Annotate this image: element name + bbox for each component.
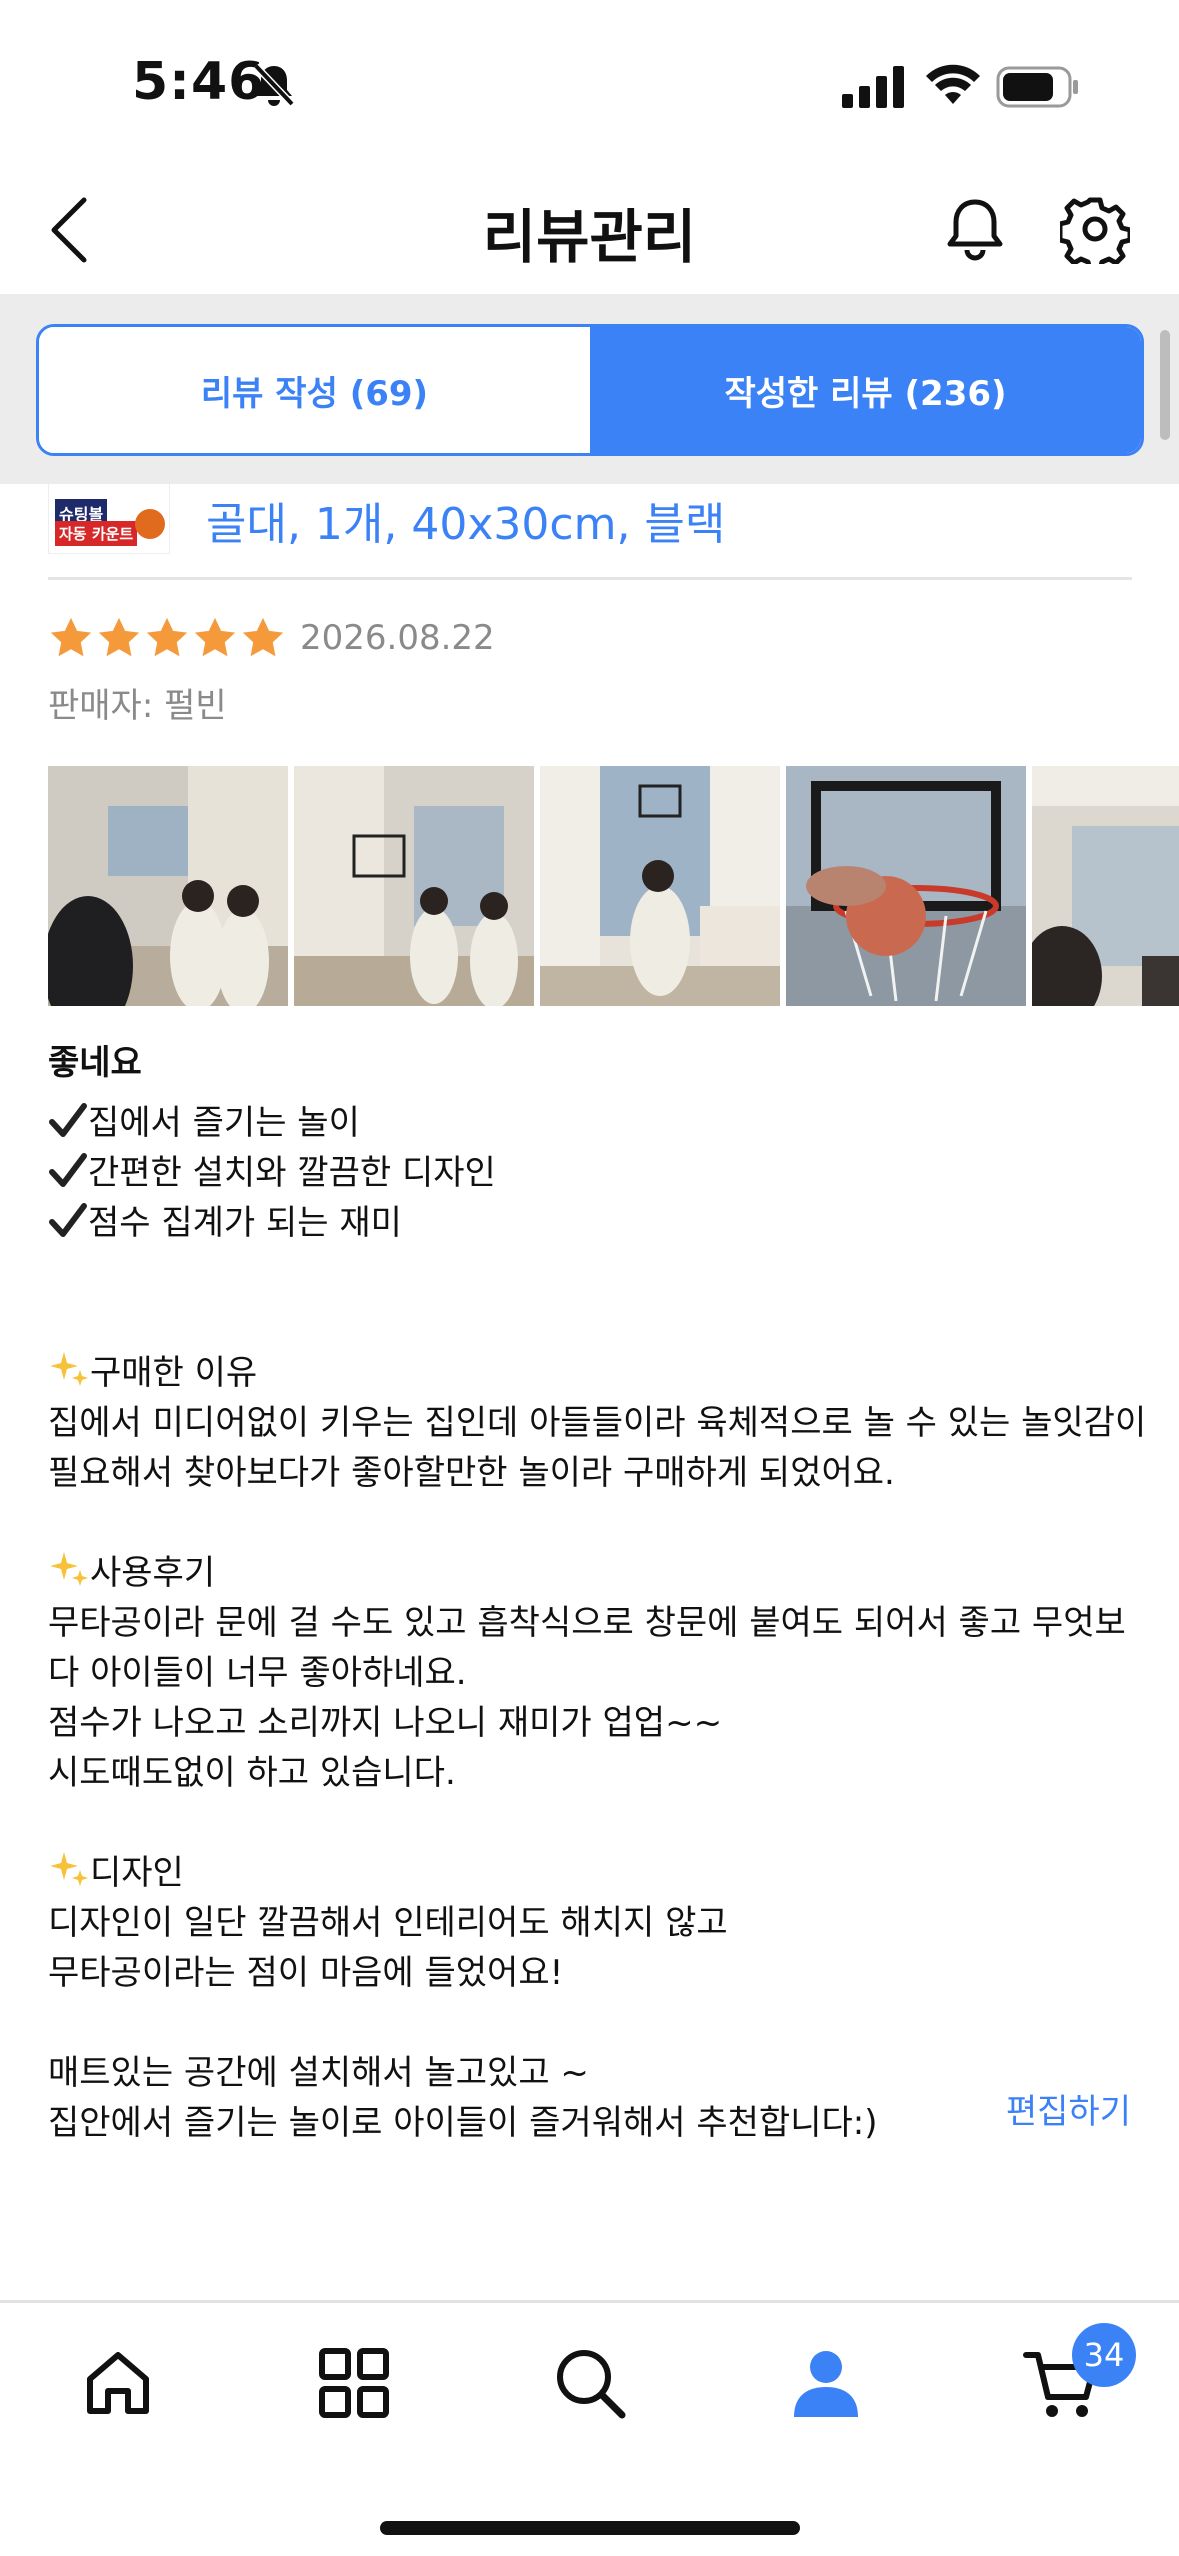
star-icon: [50, 617, 92, 657]
app-header: 리뷰관리: [0, 160, 1179, 294]
edit-review-link[interactable]: 편집하기: [1006, 2084, 1131, 2133]
review-line: 무타공이라 문에 걸 수도 있고 흡착식으로 창문에 붙여도 되어서 좋고 무엇…: [48, 1603, 1126, 1643]
review-photo-image: [294, 766, 534, 1006]
review-photo-image: [540, 766, 780, 1006]
rating-row: 2026.08.22: [48, 608, 495, 668]
review-line: 무타공이라는 점이 마음에 들었어요!: [48, 1953, 564, 1993]
profile-icon[interactable]: [786, 2343, 866, 2423]
wifi-icon: [926, 64, 980, 104]
star-rating: [48, 615, 286, 661]
review-line: 집안에서 즐기는 놀이로 아이들이 즐거워해서 추천합니다:): [48, 2103, 878, 2143]
check-item-text: 점수 집계가 되는 재미: [88, 1203, 402, 1243]
check-item: 간편한 설치와 깔끔한 디자인: [48, 1148, 1148, 1198]
review-photo-image: [48, 766, 288, 1006]
product-option: 골대, 1개, 40x30cm, 블랙: [206, 499, 726, 550]
review-headline: 좋네요: [48, 1043, 142, 1083]
checkmark-icon: [49, 1203, 87, 1237]
scrollbar[interactable]: [1160, 330, 1170, 440]
category-grid-icon[interactable]: [314, 2343, 394, 2423]
battery-icon: [996, 66, 1078, 108]
product-thumb-text-2: 자동 카운트: [55, 521, 138, 546]
notification-bell-icon[interactable]: [940, 194, 1010, 264]
check-item: 점수 집계가 되는 재미: [48, 1198, 1148, 1248]
sparkles-icon: [50, 1352, 88, 1386]
review-text: 좋네요 집에서 즐기는 놀이 간편한 설치와 깔끔한 디자인 점수 집계가 되는…: [48, 1038, 1148, 2148]
section-title-text: 구매한 이유: [90, 1353, 258, 1393]
review-photo-image: [786, 766, 1026, 1006]
checkmark-icon: [49, 1153, 87, 1187]
star-icon: [146, 617, 188, 657]
review-line: 디자인이 일단 깔끔해서 인테리어도 해치지 않고: [48, 1903, 728, 1943]
bottom-nav: 34: [0, 2300, 1179, 2556]
product-row[interactable]: 슈팅볼 자동 카운트 골대, 1개, 40x30cm, 블랙: [48, 484, 1132, 580]
star-icon: [242, 617, 284, 657]
home-icon[interactable]: [78, 2343, 158, 2423]
tab-write-review[interactable]: 리뷰 작성 (69): [39, 327, 590, 453]
tab-written-reviews[interactable]: 작성한 리뷰 (236): [590, 327, 1141, 453]
sparkles-icon: [50, 1852, 88, 1886]
review-tabs-bar: 리뷰 작성 (69) 작성한 리뷰 (236): [0, 294, 1179, 484]
check-item-text: 간편한 설치와 깔끔한 디자인: [88, 1153, 496, 1193]
status-time: 5:46: [132, 52, 266, 112]
review-photo[interactable]: [540, 766, 780, 1006]
review-photos[interactable]: [48, 766, 1179, 1006]
review-photo-image: [1032, 766, 1179, 1006]
review-line: 집에서 미디어없이 키우는 집인데 아들들이라 육체적으로 놀 수 있는 놀잇감…: [48, 1403, 1147, 1443]
review-line: 매트있는 공간에 설치해서 놀고있고 ~: [48, 2053, 589, 2093]
review-photo[interactable]: [1032, 766, 1179, 1006]
section-title-text: 디자인: [90, 1853, 184, 1893]
section-title: 사용후기: [48, 1548, 1148, 1598]
review-line: 필요해서 찾아보다가 좋아할만한 놀이라 구매하게 되었어요.: [48, 1453, 895, 1493]
cart-count-badge: 34: [1072, 2323, 1136, 2387]
bell-off-icon: [253, 63, 295, 107]
review-photo[interactable]: [294, 766, 534, 1006]
section-title: 구매한 이유: [48, 1348, 1148, 1398]
star-icon: [194, 617, 236, 657]
search-icon[interactable]: [550, 2343, 630, 2423]
sparkles-icon: [50, 1552, 88, 1586]
review-line: 점수가 나오고 소리까지 나오니 재미가 업업~~: [48, 1703, 723, 1743]
review-date: 2026.08.22: [300, 618, 495, 658]
settings-gear-icon[interactable]: [1060, 194, 1130, 264]
section-title: 디자인: [48, 1848, 1148, 1898]
review-photo[interactable]: [48, 766, 288, 1006]
review-line: 다 아이들이 너무 좋아하네요.: [48, 1653, 467, 1693]
star-icon: [98, 617, 140, 657]
cellular-signal-icon: [842, 66, 904, 108]
home-indicator[interactable]: [380, 2521, 800, 2535]
check-item-text: 집에서 즐기는 놀이: [88, 1103, 360, 1143]
review-tabs: 리뷰 작성 (69) 작성한 리뷰 (236): [36, 324, 1144, 456]
review-line: 시도때도없이 하고 있습니다.: [48, 1753, 456, 1793]
status-bar: 5:46: [0, 0, 1179, 160]
check-item: 집에서 즐기는 놀이: [48, 1098, 1148, 1148]
seller-name: 판매자: 펄빈: [48, 686, 227, 726]
review-content: 슈팅볼 자동 카운트 골대, 1개, 40x30cm, 블랙 2026.08.2…: [0, 484, 1179, 2300]
basketball-icon: [135, 509, 165, 539]
review-photo[interactable]: [786, 766, 1026, 1006]
section-title-text: 사용후기: [90, 1553, 216, 1593]
product-thumbnail[interactable]: 슈팅볼 자동 카운트: [48, 484, 170, 554]
checkmark-icon: [49, 1103, 87, 1137]
